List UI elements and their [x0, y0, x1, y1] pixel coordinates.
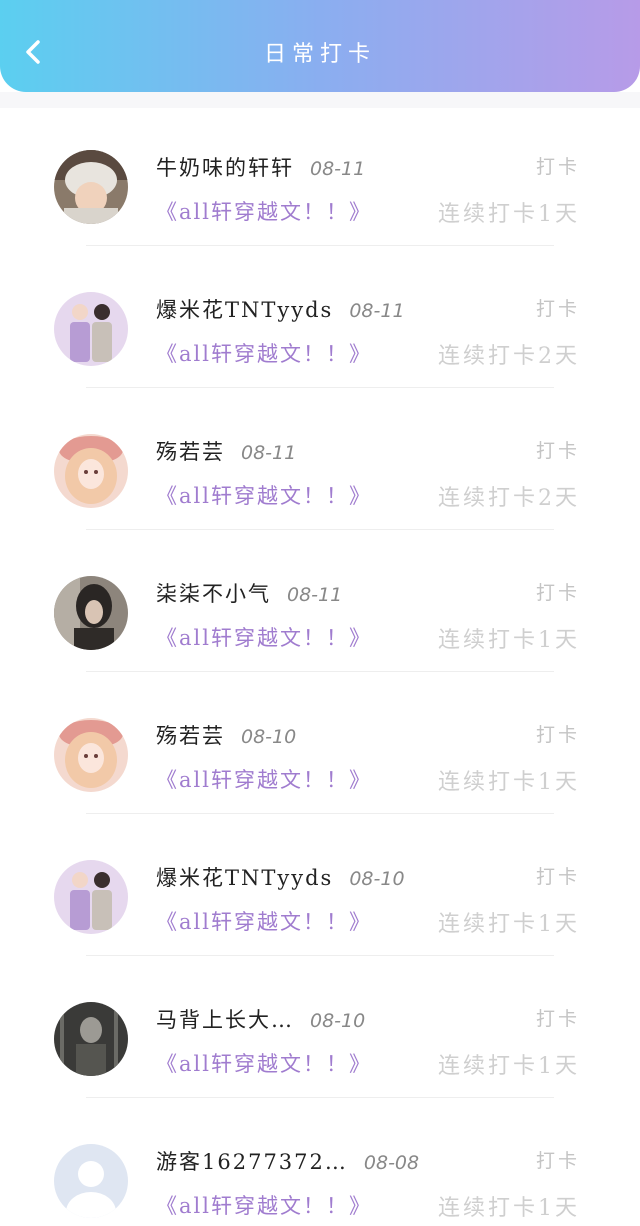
list-item[interactable]: 柒柒不小气 08-11 《all轩穿越文！！》 打卡 连续打卡1天 [0, 534, 640, 676]
list-item[interactable]: 殇若芸 08-10 《all轩穿越文！！》 打卡 连续打卡1天 [0, 676, 640, 818]
avatar[interactable] [54, 150, 128, 224]
user-name[interactable]: 马背上长大… [156, 1004, 294, 1034]
page-title: 日常打卡 [263, 42, 376, 67]
list-item[interactable]: 游客16277372… 08-08 《all轩穿越文！！》 打卡 连续打卡1天 [0, 1102, 640, 1226]
streak-text: 连续打卡1天 [438, 202, 580, 227]
dark-photo-avatar-icon [54, 576, 128, 650]
name-line: 牛奶味的轩轩 08-11 [156, 152, 365, 182]
user-name[interactable]: 殇若芸 [156, 436, 225, 466]
name-line: 爆米花TNTyyds 08-10 [156, 862, 405, 892]
book-title[interactable]: 《all轩穿越文！！》 [156, 480, 372, 510]
streak-text: 连续打卡2天 [438, 344, 580, 369]
streak-text: 连续打卡1天 [438, 912, 580, 937]
name-line: 柒柒不小气 08-11 [156, 578, 342, 608]
checkin-action-label: 打卡 [535, 298, 580, 320]
default-user-avatar-icon [54, 1144, 128, 1218]
user-name[interactable]: 爆米花TNTyyds [156, 862, 333, 892]
user-name[interactable]: 柒柒不小气 [156, 578, 271, 608]
duo-avatar-icon [54, 860, 128, 934]
user-name[interactable]: 牛奶味的轩轩 [156, 152, 294, 182]
avatar[interactable] [54, 718, 128, 792]
name-line: 殇若芸 08-11 [156, 436, 296, 466]
checkin-date: 08-11 [241, 442, 297, 464]
checkin-action-label: 打卡 [535, 440, 580, 462]
checkin-date: 08-10 [241, 726, 297, 748]
streak-text: 连续打卡1天 [438, 628, 580, 653]
book-title[interactable]: 《all轩穿越文！！》 [156, 1190, 372, 1220]
book-title[interactable]: 《all轩穿越文！！》 [156, 338, 372, 368]
checkin-date: 08-11 [287, 584, 343, 606]
streak-text: 连续打卡2天 [438, 486, 580, 511]
avatar[interactable] [54, 576, 128, 650]
streak-text: 连续打卡1天 [438, 1054, 580, 1079]
checkin-date: 08-10 [349, 868, 405, 890]
checkin-action-label: 打卡 [535, 866, 580, 888]
streak-text: 连续打卡1天 [438, 1196, 580, 1221]
photo-avatar-hat-icon [54, 150, 128, 224]
name-line: 爆米花TNTyyds 08-11 [156, 294, 405, 324]
checkin-action-label: 打卡 [535, 156, 580, 178]
user-name[interactable]: 爆米花TNTyyds [156, 294, 333, 324]
name-line: 殇若芸 08-10 [156, 720, 296, 750]
user-name[interactable]: 殇若芸 [156, 720, 225, 750]
avatar[interactable] [54, 1002, 128, 1076]
anime-avatar-icon [54, 434, 128, 508]
checkin-action-label: 打卡 [535, 1150, 580, 1172]
checkin-date: 08-11 [310, 158, 366, 180]
checkin-date: 08-10 [310, 1010, 366, 1032]
book-title[interactable]: 《all轩穿越文！！》 [156, 1048, 372, 1078]
list-item[interactable]: 殇若芸 08-11 《all轩穿越文！！》 打卡 连续打卡2天 [0, 392, 640, 534]
list-item[interactable]: 马背上长大… 08-10 《all轩穿越文！！》 打卡 连续打卡1天 [0, 960, 640, 1102]
checkin-action-label: 打卡 [535, 1008, 580, 1030]
avatar[interactable] [54, 292, 128, 366]
checkin-action-label: 打卡 [535, 582, 580, 604]
top-header: 日常打卡 [0, 0, 640, 92]
list-item[interactable]: 牛奶味的轩轩 08-11 《all轩穿越文！！》 打卡 连续打卡1天 [0, 108, 640, 250]
book-title[interactable]: 《all轩穿越文！！》 [156, 196, 372, 226]
avatar[interactable] [54, 1144, 128, 1218]
anime-avatar-icon [54, 718, 128, 792]
checkin-date: 08-08 [363, 1152, 420, 1174]
user-name[interactable]: 游客16277372… [156, 1146, 348, 1176]
streak-text: 连续打卡1天 [438, 770, 580, 795]
book-title[interactable]: 《all轩穿越文！！》 [156, 622, 372, 652]
header-spacer [0, 92, 640, 108]
avatar[interactable] [54, 434, 128, 508]
name-line: 游客16277372… 08-08 [156, 1146, 419, 1176]
name-line: 马背上长大… 08-10 [156, 1004, 365, 1034]
book-title[interactable]: 《all轩穿越文！！》 [156, 764, 372, 794]
list-item[interactable]: 爆米花TNTyyds 08-10 《all轩穿越文！！》 打卡 连续打卡1天 [0, 818, 640, 960]
checkin-action-label: 打卡 [535, 724, 580, 746]
checkin-date: 08-11 [349, 300, 405, 322]
duo-avatar-icon [54, 292, 128, 366]
list-item[interactable]: 爆米花TNTyyds 08-11 《all轩穿越文！！》 打卡 连续打卡2天 [0, 250, 640, 392]
bw-photo-avatar-icon [54, 1002, 128, 1076]
avatar[interactable] [54, 860, 128, 934]
book-title[interactable]: 《all轩穿越文！！》 [156, 906, 372, 936]
checkin-list: 牛奶味的轩轩 08-11 《all轩穿越文！！》 打卡 连续打卡1天 爆米花TN… [0, 108, 640, 1226]
